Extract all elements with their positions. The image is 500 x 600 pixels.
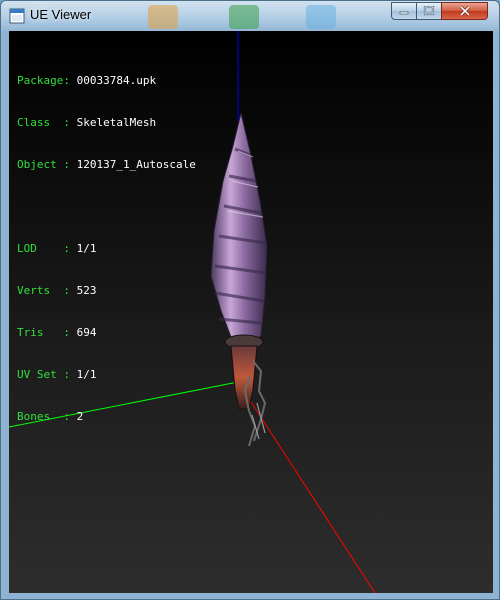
app-window: UE Viewer Package: 00033784.upk Class: … [0,0,500,600]
mesh-info-panel: Package: 00033784.upk Class : SkeletalMe… [17,46,196,452]
window-title: UE Viewer [30,7,92,22]
close-icon [459,6,470,16]
info-label: Bones : [17,410,77,423]
info-row-object: Object : 120137_1_Autoscale [17,158,196,172]
info-value: 2 [76,410,84,423]
drill-mesh [210,112,268,447]
info-label: Package: [17,74,77,87]
info-row-bones: Bones : 2 [17,410,196,424]
3d-viewport[interactable]: Package: 00033784.upk Class : SkeletalMe… [9,31,493,593]
info-value: 120137_1_Autoscale [76,158,196,171]
minimize-icon [399,11,409,15]
info-value: 1/1 [76,368,97,381]
info-label: Verts : [17,284,77,297]
info-value: 523 [76,284,97,297]
info-row-class: Class : SkeletalMesh [17,116,196,130]
info-row-tris: Tris : 694 [17,326,196,340]
info-row-package: Package: 00033784.upk [17,74,196,88]
info-row-uvset: UV Set : 1/1 [17,368,196,382]
info-label: Class : [17,116,77,129]
x-axis [237,381,376,593]
close-button[interactable] [441,2,488,20]
background-taskbar-glimpse [306,5,336,29]
info-value: SkeletalMesh [76,116,157,129]
info-value: 00033784.upk [76,74,157,87]
maximize-button[interactable] [416,2,442,20]
app-icon[interactable] [9,8,25,24]
info-row-verts: Verts : 523 [17,284,196,298]
info-label: Object : [17,158,77,171]
background-taskbar-glimpse [148,5,178,29]
info-value: 1/1 [76,242,97,255]
info-value: 694 [76,326,97,339]
maximize-icon [423,6,435,16]
info-label: UV Set : [17,368,77,381]
background-taskbar-glimpse [229,5,259,29]
title-bar[interactable]: UE Viewer [1,1,499,31]
info-label: Tris : [17,326,77,339]
info-row-lod: LOD : 1/1 [17,242,196,256]
info-label: LOD : [17,242,77,255]
minimize-button[interactable] [391,2,417,20]
